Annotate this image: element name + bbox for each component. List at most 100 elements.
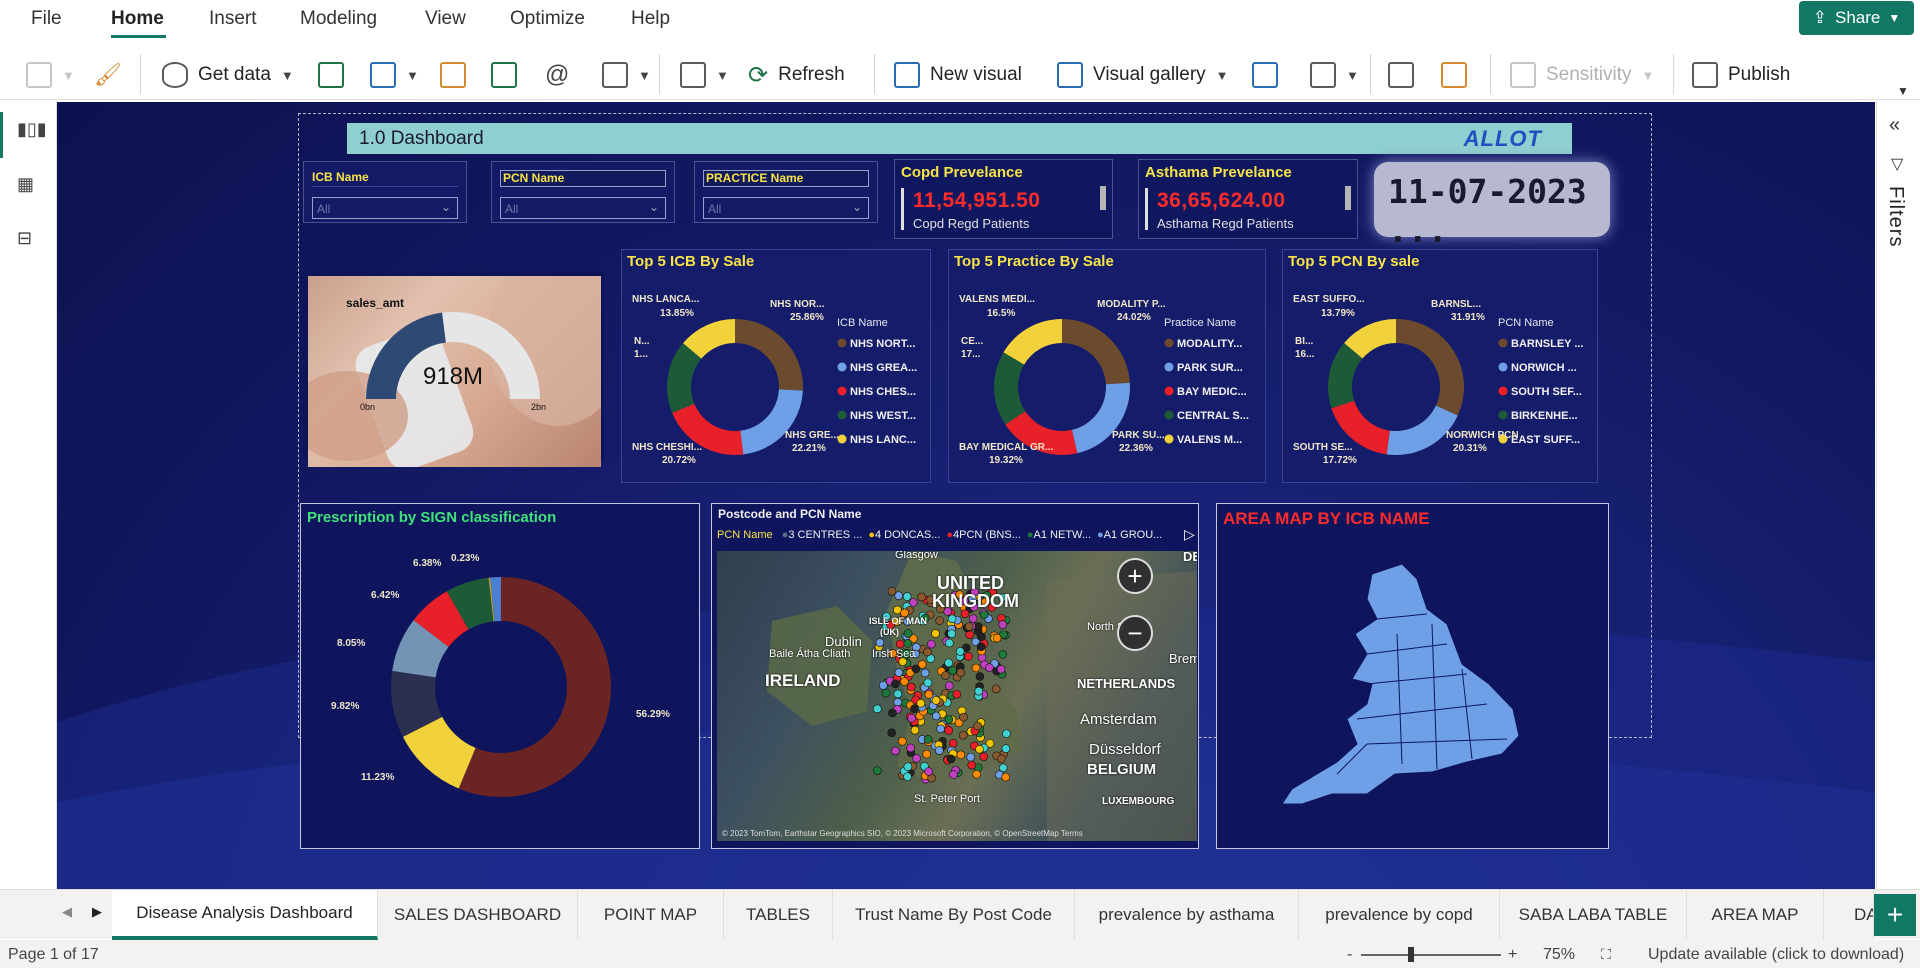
map-point — [936, 724, 945, 734]
new-visual-button[interactable]: New visual — [894, 58, 1022, 92]
tab-tables[interactable]: TABLES — [724, 890, 833, 940]
share-button[interactable]: ⇪ Share ▼ — [1799, 1, 1914, 35]
tab-disease-analysis-dashboard[interactable]: Disease Analysis Dashboard — [112, 890, 378, 940]
slice-label: N... — [634, 336, 650, 347]
map-legend-item[interactable]: ●4 DONCAS... — [868, 529, 940, 541]
gauge-min: 0bn — [360, 402, 375, 412]
refresh-button[interactable]: ⟳ Refresh — [748, 58, 845, 92]
add-page-button[interactable]: + — [1874, 894, 1916, 936]
quick-measure-button[interactable] — [1441, 58, 1467, 92]
map-point — [941, 671, 950, 680]
visual-gallery-button[interactable]: Visual gallery ▼ — [1057, 58, 1229, 92]
map-place-label: BELGIUM — [1087, 761, 1157, 778]
tab-area-map[interactable]: AREA MAP — [1687, 890, 1824, 940]
map-point — [948, 739, 958, 748]
get-data-button[interactable]: Get data ▼ — [162, 58, 294, 92]
menu-file[interactable]: File — [31, 8, 62, 30]
excel-button[interactable] — [318, 58, 344, 92]
map-legend-item[interactable]: ●A1 GROU... — [1097, 529, 1162, 541]
chevron-down-icon: ▼ — [1346, 67, 1359, 83]
recent-sources-button[interactable]: ▼ — [602, 58, 651, 92]
map-legend-item[interactable]: ●3 CENTRES ... — [782, 529, 863, 541]
map-attribution: © 2023 TomTom, Earthstar Geographics SIO… — [722, 829, 1083, 838]
tab-point-map[interactable]: POINT MAP — [578, 890, 724, 940]
menu-help[interactable]: Help — [631, 8, 670, 30]
tab-prevalence-by-asthama[interactable]: prevalence by asthama — [1075, 890, 1299, 940]
legend-next-icon[interactable]: ▷ — [1184, 526, 1195, 543]
ribbon-collapse-icon[interactable]: ▼ — [1897, 84, 1909, 98]
map-legend-item[interactable]: ●4PCN (BNS... — [946, 529, 1021, 541]
map-point — [944, 715, 954, 724]
sql-button[interactable] — [440, 58, 466, 92]
table-view-icon[interactable]: ▦ — [17, 174, 41, 196]
map-place-label: Glasgow — [895, 551, 938, 561]
legend-swatch — [837, 338, 847, 348]
new-measure-button[interactable] — [1388, 58, 1414, 92]
slice-label: BAY MEDICAL GR... — [959, 442, 1053, 453]
donut-card-icb[interactable]: Top 5 ICB By Sale ICB Name NHS NORT... NHS… — [621, 249, 931, 483]
report-view-icon[interactable]: ▮▯▮ — [17, 119, 47, 141]
tab-saba-laba-table[interactable]: SABA LABA TABLE — [1500, 890, 1687, 940]
tab-sales-dashboard[interactable]: SALES DASHBOARD — [378, 890, 578, 940]
gauge-label: sales_amt — [346, 296, 404, 310]
satellite-map[interactable]: Glasgow UNITED KINGDOM Dublin Baile Átha Cli… — [717, 551, 1197, 841]
map-point — [997, 754, 1006, 764]
map-point — [944, 726, 953, 735]
transform-data-button[interactable]: ▼ — [680, 58, 729, 92]
expand-pane-icon[interactable]: « — [1889, 114, 1900, 137]
donut-card-practice[interactable]: Top 5 Practice By Sale Practice Name MODA… — [948, 249, 1266, 483]
more-visuals-button[interactable]: ▼ — [1310, 58, 1359, 92]
menu-view[interactable]: View — [425, 8, 466, 30]
onelake-button[interactable]: ▼ — [370, 58, 419, 92]
tab-scroll-right-icon[interactable]: ▶ — [92, 904, 102, 920]
donut-card-pcn[interactable]: Top 5 PCN By sale PCN Name BARNSLEY ... NO… — [1282, 249, 1598, 483]
map-legend-item[interactable]: ●A1 NETW... — [1027, 529, 1091, 541]
tab-da[interactable]: DA — [1824, 890, 1874, 940]
sign-classification-card[interactable]: Prescription by SIGN classification 56.2… — [300, 503, 700, 849]
tab-scroll-left-icon[interactable]: ◀ — [62, 904, 72, 920]
slicer-icb-dropdown[interactable]: All ⌄ — [312, 197, 458, 219]
map-zoom-in-button[interactable]: + — [1117, 558, 1153, 594]
menu-modeling[interactable]: Modeling — [300, 8, 377, 30]
chevron-down-icon: ▼ — [406, 67, 419, 83]
update-available-link[interactable]: Update available (click to download) — [1648, 946, 1904, 964]
sensitivity-button[interactable]: Sensitivity ▼ — [1510, 58, 1654, 92]
map-point — [898, 736, 907, 746]
gauge-max: 2bn — [531, 402, 546, 412]
slicer-pcn-dropdown[interactable]: All ⌄ — [500, 197, 666, 219]
text-box-button[interactable] — [1252, 58, 1278, 92]
map-point — [910, 704, 919, 713]
menu-home[interactable]: Home — [111, 8, 164, 30]
publish-button[interactable]: Publish — [1692, 58, 1790, 92]
slicer-practice-dropdown[interactable]: All ⌄ — [703, 197, 869, 219]
tab-prevalence-by-copd[interactable]: prevalence by copd — [1299, 890, 1500, 940]
slice-label: VALENS MEDI... — [959, 294, 1035, 305]
page-counter: Page 1 of 17 — [8, 946, 99, 963]
zoom-out-button[interactable]: - — [1347, 946, 1352, 964]
sign-slice-label: 6.38% — [413, 558, 441, 569]
dataverse-button[interactable]: @ — [545, 58, 569, 92]
filters-label[interactable]: Filters — [1884, 186, 1907, 247]
zoom-in-button[interactable]: + — [1508, 946, 1517, 964]
area-map-card[interactable]: AREA MAP BY ICB NAME — [1216, 503, 1609, 849]
map-point — [893, 689, 903, 699]
menu-optimize[interactable]: Optimize — [510, 8, 585, 30]
zoom-slider[interactable] — [1361, 954, 1501, 956]
kpi-asthama-scrollbar[interactable] — [1345, 186, 1351, 210]
paste-button[interactable]: ▼ — [26, 58, 75, 92]
model-view-icon[interactable]: ⊟ — [17, 228, 41, 250]
menu-insert[interactable]: Insert — [209, 8, 257, 30]
kpi-asthama: Asthama Prevelance 36,65,624.00 Asthama … — [1138, 159, 1358, 239]
format-painter-button[interactable]: 🖌 — [94, 58, 122, 92]
zoom-slider-thumb[interactable] — [1408, 947, 1414, 962]
quick-measure-icon — [1441, 62, 1467, 88]
fit-to-page-icon[interactable]: ⛶ — [1601, 946, 1611, 963]
donut-legend: ICB Name NHS NORT... NHS GREA... NHS CHES..… — [837, 317, 917, 446]
postcode-map-card[interactable]: Postcode and PCN Name PCN Name ●3 CENTRE… — [711, 503, 1199, 849]
tab-trust-name-by-post-code[interactable]: Trust Name By Post Code — [833, 890, 1075, 940]
map-zoom-out-button[interactable]: − — [1117, 615, 1153, 651]
enter-data-button[interactable] — [491, 58, 517, 92]
legend-item: NORWICH ... — [1511, 362, 1577, 374]
map-point — [922, 749, 932, 759]
kpi-copd-scrollbar[interactable] — [1100, 186, 1106, 210]
